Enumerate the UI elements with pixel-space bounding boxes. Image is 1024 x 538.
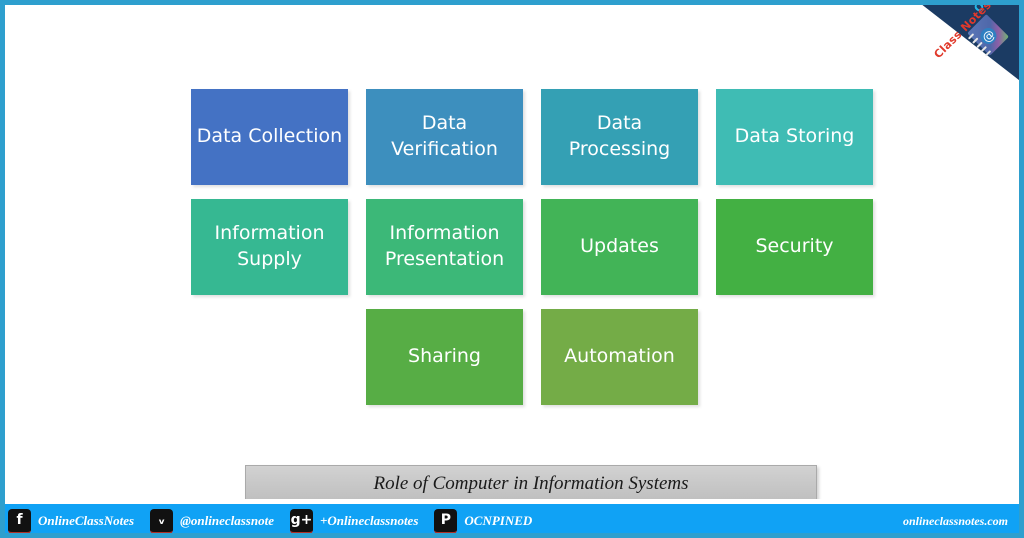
google-plus-icon[interactable]: g+ [289,508,313,534]
concept-grid: Data Collection Data Verification Data Pro… [191,89,873,405]
concept-box[interactable]: Data Collection [191,89,348,185]
concept-box[interactable]: Data Processing [541,89,698,185]
social-label[interactable]: +Onlineclassnotes [320,513,418,529]
concept-row: Information Supply Information Presentati… [191,199,873,295]
site-logo-ribbon[interactable]: @ Online Class Notes [916,0,1024,84]
facebook-icon[interactable]: f [8,508,31,534]
site-url[interactable]: onlineclassnotes.com [903,514,1024,529]
diagram-canvas: Data Collection Data Verification Data Pro… [5,5,1019,499]
grid-spacer [191,309,348,405]
twitter-icon[interactable]: ᵥ [150,508,174,534]
concept-row: Data Collection Data Verification Data Pro… [191,89,873,185]
concept-box[interactable]: Updates [541,199,698,295]
diagram-caption-plate: Role of Computer in Information Systems [245,465,817,499]
concept-box[interactable]: Data Storing [716,89,873,185]
social-link-pinterest[interactable]: P OCNPINED [434,508,532,534]
diagram-caption-text: Role of Computer in Information Systems [373,472,689,494]
concept-box[interactable]: Automation [541,309,698,405]
concept-box[interactable]: Information Supply [191,199,348,295]
grid-spacer [716,309,873,405]
social-footer-bar: f OnlineClassNotes ᵥ @onlineclassnote g+ +Onl… [0,504,1024,538]
concept-box[interactable]: Information Presentation [366,199,523,295]
social-label[interactable]: OCNPINED [464,513,532,529]
social-label[interactable]: OnlineClassNotes [38,513,134,529]
concept-box[interactable]: Data Verification [366,89,523,185]
social-label[interactable]: @onlineclassnote [180,513,274,529]
social-link-google-plus[interactable]: g+ +Onlineclassnotes [289,508,418,534]
concept-row: Sharing Automation [191,309,873,405]
social-link-facebook[interactable]: f OnlineClassNotes [8,508,134,534]
social-link-twitter[interactable]: ᵥ @onlineclassnote [150,508,274,534]
concept-box[interactable]: Security [716,199,873,295]
social-links: f OnlineClassNotes ᵥ @onlineclassnote g+ +Onl… [0,508,548,534]
screenshot-root: Data Collection Data Verification Data Pro… [0,0,1024,538]
concept-box[interactable]: Sharing [366,309,523,405]
pinterest-icon[interactable]: P [434,508,458,534]
